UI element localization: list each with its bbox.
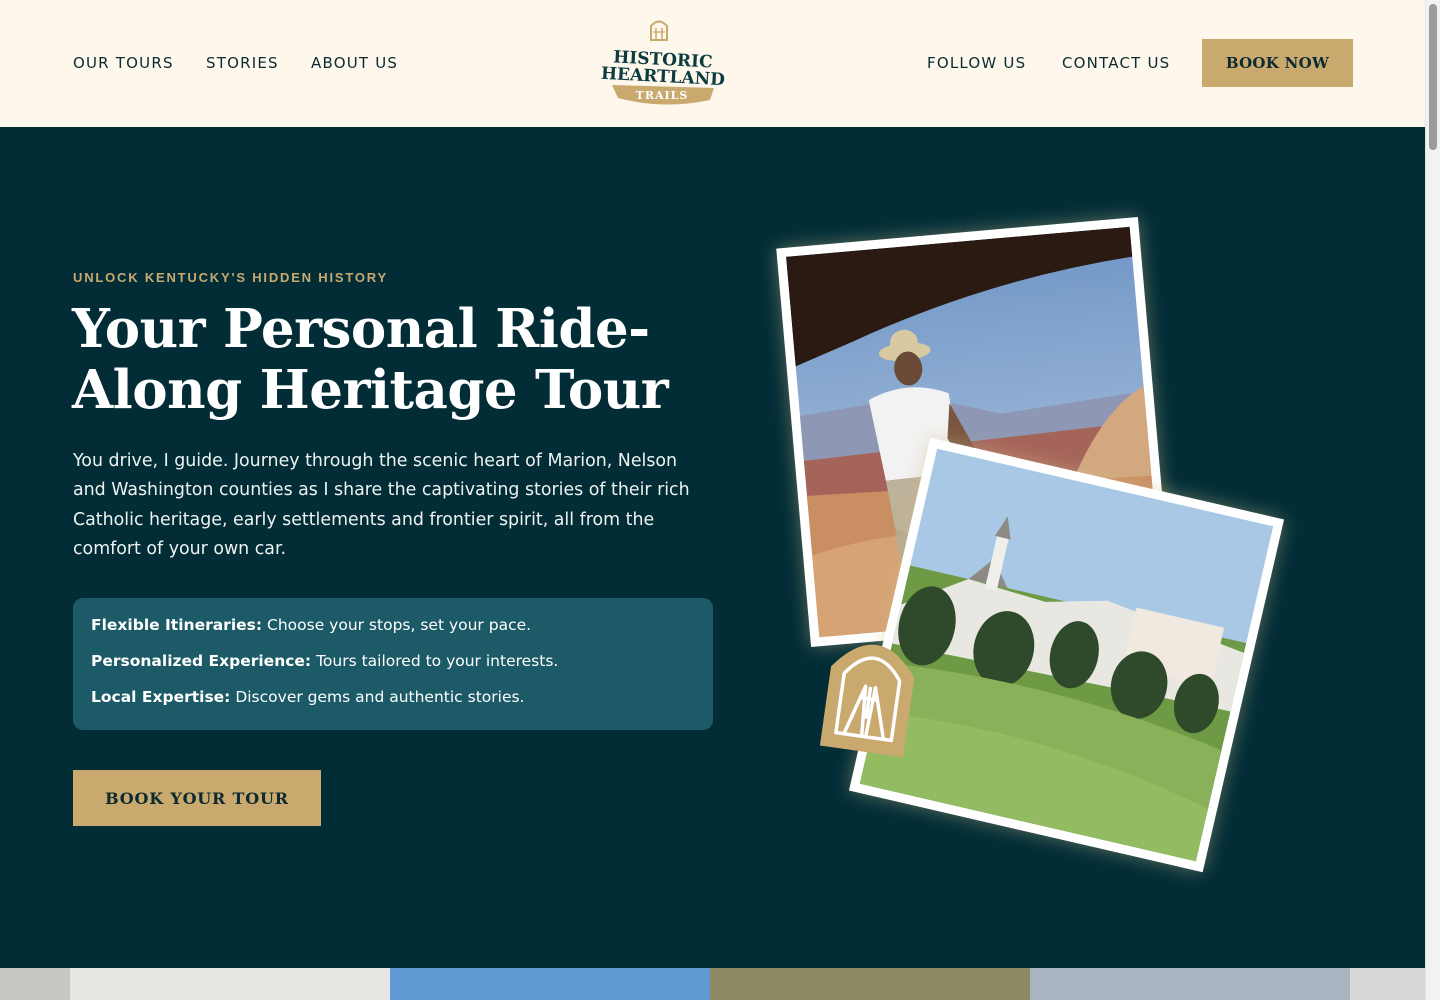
- site-header: OUR TOURS STORIES ABOUT US HISTORIC HEAR…: [0, 0, 1425, 127]
- feature-title: Local Expertise:: [91, 688, 231, 706]
- site-logo[interactable]: HISTORIC HEARTLAND TRAILS: [598, 18, 728, 110]
- page-scrollbar[interactable]: [1425, 0, 1440, 1000]
- scrollbar-thumb[interactable]: [1429, 4, 1437, 150]
- gallery-image: [1030, 968, 1350, 1000]
- features-panel: Flexible Itineraries: Choose your stops,…: [73, 598, 713, 730]
- feature-flexible-itineraries: Flexible Itineraries: Choose your stops,…: [91, 616, 695, 635]
- hero-section: UNLOCK KENTUCKY'S HIDDEN HISTORY Your Pe…: [0, 127, 1425, 968]
- feature-local-expertise: Local Expertise: Discover gems and authe…: [91, 688, 695, 707]
- chapel-window-badge: [812, 621, 929, 762]
- feature-text: Tours tailored to your interests.: [311, 652, 559, 670]
- logo-ribbon-text: TRAILS: [636, 89, 689, 102]
- feature-personalized-experience: Personalized Experience: Tours tailored …: [91, 652, 695, 671]
- feature-text: Choose your stops, set your pace.: [262, 616, 532, 634]
- feature-title: Personalized Experience:: [91, 652, 312, 670]
- book-your-tour-button[interactable]: BOOK YOUR TOUR: [73, 770, 321, 826]
- nav-about-us-link[interactable]: ABOUT US: [311, 54, 398, 72]
- gallery-image: [0, 968, 70, 1000]
- gallery-image: [390, 968, 710, 1000]
- hero-headline: Your Personal Ride- Along Heritage Tour: [72, 299, 712, 421]
- hero-headline-line1: Your Personal Ride-: [72, 298, 650, 360]
- feature-text: Discover gems and authentic stories.: [230, 688, 525, 706]
- gallery-image: [1350, 968, 1425, 1000]
- hero-eyebrow: UNLOCK KENTUCKY'S HIDDEN HISTORY: [73, 270, 388, 285]
- gallery-image: [710, 968, 1030, 1000]
- chapel-window-icon: [650, 20, 668, 41]
- nav-follow-us-link[interactable]: FOLLOW US: [927, 54, 1026, 72]
- gallery-image: [70, 968, 390, 1000]
- nav-our-tours-link[interactable]: OUR TOURS: [73, 54, 174, 72]
- gallery-strip: [0, 968, 1425, 1000]
- book-now-button[interactable]: BOOK NOW: [1202, 39, 1353, 87]
- nav-contact-us-link[interactable]: CONTACT US: [1062, 54, 1170, 72]
- hero-description: You drive, I guide. Journey through the …: [73, 451, 690, 559]
- hero-headline-line2: Along Heritage Tour: [72, 359, 669, 421]
- nav-stories-link[interactable]: STORIES: [206, 54, 279, 72]
- feature-title: Flexible Itineraries:: [91, 616, 263, 634]
